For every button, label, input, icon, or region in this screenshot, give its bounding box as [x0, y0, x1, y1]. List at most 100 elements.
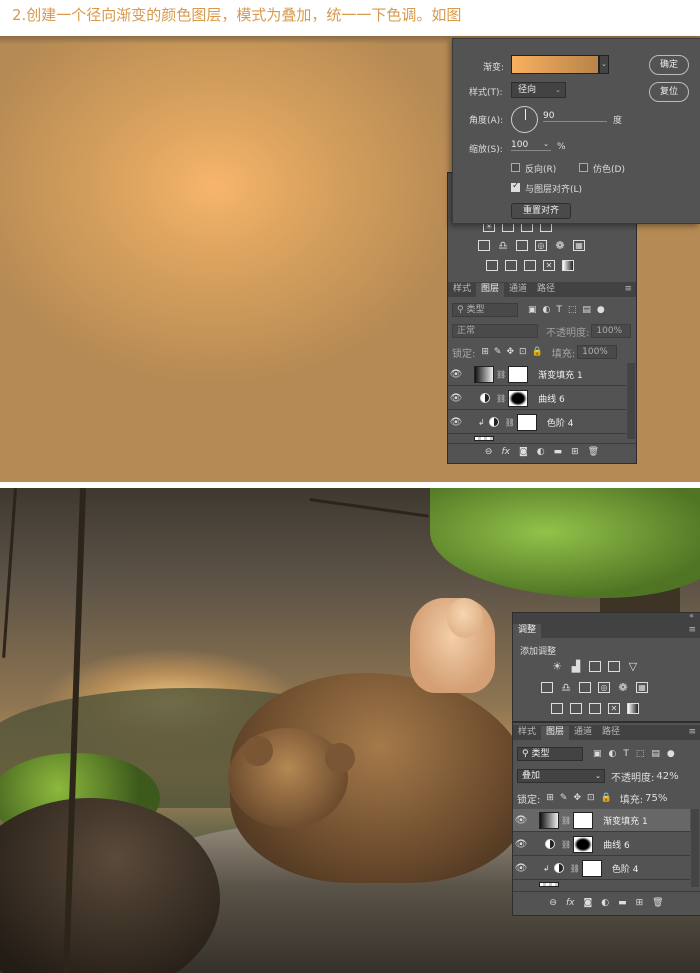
layer-row-levels[interactable]: 👁 ↲ ⛓ 色阶 4: [513, 857, 690, 880]
opacity-input[interactable]: 100%: [591, 324, 632, 338]
panel-menu-icon[interactable]: ≡: [624, 284, 632, 294]
tab-channels[interactable]: 通道: [569, 726, 597, 740]
fx-icon[interactable]: fx: [501, 447, 510, 457]
gradient-map-icon[interactable]: [627, 703, 639, 714]
tab-channels[interactable]: 通道: [504, 283, 532, 297]
chevron-down-icon[interactable]: ⌄: [543, 140, 549, 148]
threshold-icon[interactable]: [524, 260, 536, 271]
tab-paths[interactable]: 路径: [532, 283, 560, 297]
brightness-icon[interactable]: ☀: [551, 661, 563, 672]
color-balance-icon[interactable]: ♎: [497, 240, 509, 251]
vibrance-icon[interactable]: ▽: [627, 661, 639, 672]
angle-dial[interactable]: [511, 106, 538, 133]
new-layer-icon[interactable]: ⊞: [636, 898, 644, 908]
fx-icon[interactable]: fx: [566, 898, 575, 908]
style-select[interactable]: 径向 ⌄: [511, 82, 566, 98]
hue-sat-icon[interactable]: [541, 682, 553, 693]
layers-scrollbar[interactable]: [691, 809, 699, 887]
reset-align-button[interactable]: 重置对齐: [511, 203, 571, 219]
layer-row-curves[interactable]: 👁 ⛓ 曲线 6: [513, 833, 690, 856]
visibility-eye-icon[interactable]: 👁: [448, 369, 464, 380]
hue-sat-icon[interactable]: [478, 240, 490, 251]
ok-button[interactable]: 确定: [649, 55, 689, 75]
pixel-filter-icon[interactable]: ▣: [528, 305, 537, 315]
exposure-icon[interactable]: [608, 661, 620, 672]
lock-icons[interactable]: ⊞✎✥⊡🔒: [481, 347, 547, 357]
layer-row-levels[interactable]: 👁 ↲ ⛓ 色阶 4: [448, 411, 626, 434]
lock-icons[interactable]: ⊞✎✥⊡🔒: [546, 793, 617, 803]
adjust-filter-icon[interactable]: ◐: [543, 305, 551, 315]
dither-checkbox[interactable]: [579, 163, 588, 172]
scale-input[interactable]: 100 ⌄: [511, 140, 551, 151]
invert-icon[interactable]: [551, 703, 563, 714]
tab-layers[interactable]: 图层: [541, 726, 570, 740]
gradient-dropdown-icon[interactable]: ⌄: [599, 55, 609, 74]
threshold-icon[interactable]: [589, 703, 601, 714]
tab-styles[interactable]: 样式: [448, 283, 476, 297]
tab-adjustments[interactable]: 调整: [513, 624, 542, 638]
pixel-filter-icon[interactable]: ▣: [593, 749, 602, 759]
reset-button[interactable]: 复位: [649, 82, 689, 102]
shape-filter-icon[interactable]: ⬚: [568, 305, 577, 315]
link-icon[interactable]: ⊖: [485, 447, 493, 457]
channel-mixer-icon[interactable]: ❁: [617, 682, 629, 693]
levels-icon[interactable]: ▟: [570, 661, 582, 672]
new-layer-icon[interactable]: ⊞: [571, 447, 579, 457]
layer-row-gradient-fill[interactable]: 👁 ⛓ 渐变填充 1: [448, 363, 626, 386]
color-balance-icon[interactable]: ♎: [560, 682, 572, 693]
filter-kind-select[interactable]: ⚲ 类型: [452, 303, 518, 317]
blend-mode-select[interactable]: 正常: [452, 324, 538, 338]
photo-filter-icon[interactable]: ◎: [598, 682, 610, 693]
layer-row-partial[interactable]: [448, 435, 626, 441]
opacity-value[interactable]: 42%: [656, 771, 678, 782]
gradient-map-icon[interactable]: [562, 260, 574, 271]
black-white-icon[interactable]: [516, 240, 528, 251]
folder-icon[interactable]: ▬: [618, 898, 627, 908]
mask-icon[interactable]: ◙: [583, 898, 592, 908]
visibility-eye-icon[interactable]: 👁: [513, 839, 529, 850]
tab-styles[interactable]: 样式: [513, 726, 541, 740]
visibility-eye-icon[interactable]: 👁: [448, 393, 464, 404]
reverse-checkbox[interactable]: [511, 163, 520, 172]
smart-filter-icon[interactable]: ▤: [651, 749, 660, 759]
tab-layers[interactable]: 图层: [476, 283, 505, 297]
panel-menu-icon[interactable]: ≡: [688, 727, 696, 737]
layer-row-partial[interactable]: [513, 881, 690, 887]
curves-icon[interactable]: [589, 661, 601, 672]
collapse-icon[interactable]: «: [689, 611, 694, 620]
link-icon[interactable]: ⊖: [549, 898, 557, 908]
trash-icon[interactable]: 🗑: [652, 898, 663, 908]
align-layer-checkbox[interactable]: [511, 181, 520, 192]
smart-filter-icon[interactable]: ▤: [582, 305, 591, 315]
layers-scrollbar[interactable]: [627, 363, 635, 439]
type-filter-icon[interactable]: T: [623, 749, 629, 759]
type-filter-icon[interactable]: T: [556, 305, 562, 315]
folder-icon[interactable]: ▬: [554, 447, 563, 457]
color-lookup-icon[interactable]: ▦: [636, 682, 648, 693]
adjustment-icon[interactable]: ◐: [537, 447, 545, 457]
posterize-icon[interactable]: [570, 703, 582, 714]
tab-paths[interactable]: 路径: [597, 726, 625, 740]
adjust-filter-icon[interactable]: ◐: [609, 749, 617, 759]
angle-input[interactable]: 90: [543, 111, 607, 122]
visibility-eye-icon[interactable]: 👁: [448, 417, 464, 428]
filter-toggle-icon[interactable]: ●: [667, 749, 675, 759]
black-white-icon[interactable]: [579, 682, 591, 693]
blend-mode-select[interactable]: 叠加 ⌄: [517, 769, 605, 783]
shape-filter-icon[interactable]: ⬚: [636, 749, 645, 759]
fill-value[interactable]: 75%: [645, 793, 667, 804]
visibility-eye-icon[interactable]: 👁: [513, 863, 529, 874]
gradient-swatch[interactable]: [511, 55, 599, 74]
adjustment-icon[interactable]: ◐: [601, 898, 609, 908]
mask-icon[interactable]: ◙: [519, 447, 528, 457]
filter-toggle-icon[interactable]: ●: [597, 305, 605, 315]
channel-mixer-icon[interactable]: ❁: [554, 240, 566, 251]
color-lookup-icon[interactable]: ▦: [573, 240, 585, 251]
fill-input[interactable]: 100%: [577, 345, 618, 359]
layer-row-curves[interactable]: 👁 ⛓ 曲线 6: [448, 387, 626, 410]
invert-icon[interactable]: [486, 260, 498, 271]
photo-filter-icon[interactable]: ◎: [535, 240, 547, 251]
trash-icon[interactable]: 🗑: [588, 447, 599, 457]
filter-kind-select[interactable]: ⚲ 类型: [517, 747, 583, 761]
layer-row-gradient-fill[interactable]: 👁 ⛓ 渐变填充 1: [513, 809, 690, 832]
